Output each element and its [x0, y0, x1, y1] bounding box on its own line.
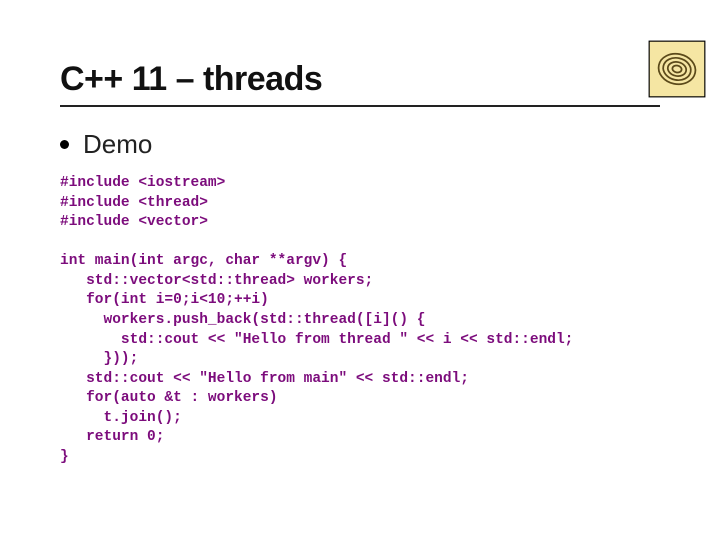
bullet-dot-icon	[60, 140, 69, 149]
slide-title: C++ 11 – threads	[60, 60, 660, 99]
bullet-row: Demo	[60, 129, 660, 160]
code-block: #include <iostream> #include <thread> #i…	[60, 174, 660, 467]
slide: C++ 11 – threads Demo #include <iostream…	[0, 0, 720, 540]
title-underline	[60, 105, 660, 107]
title-area: C++ 11 – threads	[60, 60, 660, 107]
bullet-label: Demo	[83, 129, 152, 160]
